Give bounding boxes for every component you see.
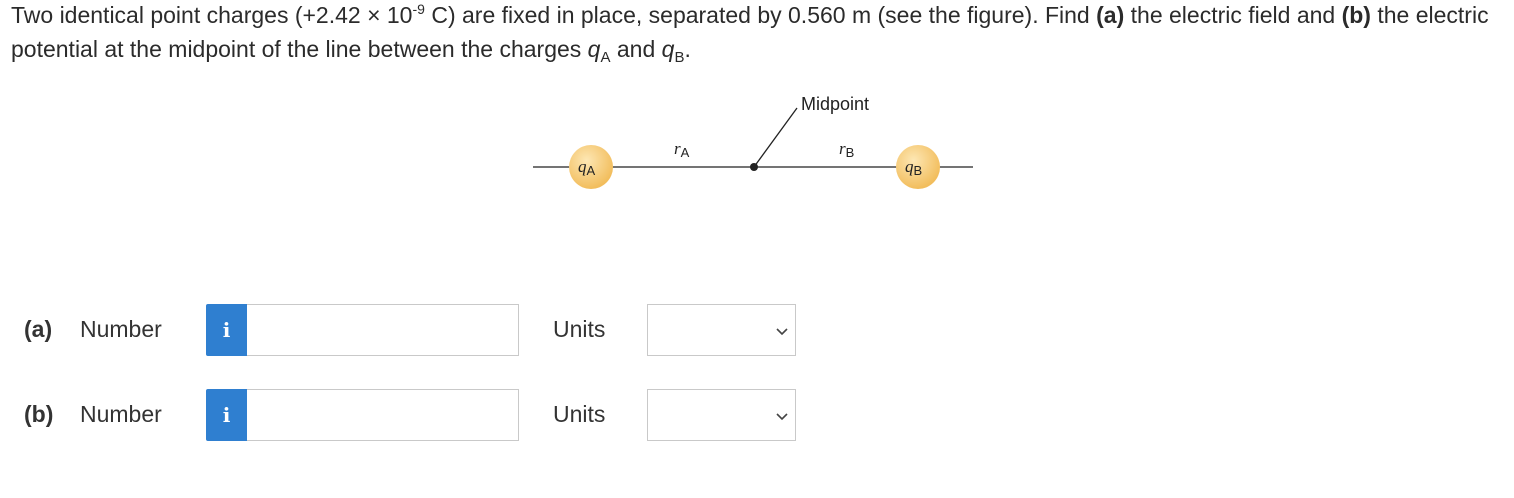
rb-label: rB [839,139,854,160]
chevron-down-icon [776,328,788,336]
midpoint-pointer [753,107,798,168]
part-b-label: (b) [24,401,54,427]
answer-row-a: (a) Number i Units [0,304,820,356]
number-input-a[interactable] [247,304,519,356]
problem-statement: Two identical point charges (+2.42 × 10-… [11,0,1506,66]
qa-symbol: q [587,36,601,62]
number-label-a: Number [80,316,162,342]
units-label-b: Units [553,401,606,427]
number-label-b: Number [80,401,162,427]
charges-figure: Midpoint rA rB qA qB [530,85,980,195]
problem-mid1: C) are fixed in place, separated by 0.56… [424,2,1097,28]
info-icon[interactable]: i [206,389,247,441]
chevron-down-icon [776,413,788,421]
problem-mid2: the electric field and [1124,2,1342,28]
qb-symbol: q [661,36,675,62]
number-input-b[interactable] [247,389,519,441]
and-word: and [610,36,662,62]
midpoint-dot [750,163,758,171]
midpoint-label: Midpoint [801,94,869,114]
qb-subscript: B [674,49,685,66]
part-b-tag: (b) [1341,2,1371,28]
info-icon[interactable]: i [206,304,247,356]
problem-prefix: Two identical point charges (+2.42 × 10 [11,2,413,28]
units-label-a: Units [553,316,606,342]
problem-exponent: -9 [412,1,425,17]
units-select-a[interactable] [647,304,796,356]
problem-end: . [684,36,691,62]
ra-label: rA [674,139,690,160]
part-a-tag: (a) [1096,2,1125,28]
answer-row-b: (b) Number i Units [0,389,820,441]
part-a-label: (a) [24,316,53,342]
units-select-b[interactable] [647,389,796,441]
qa-subscript: A [600,49,611,66]
